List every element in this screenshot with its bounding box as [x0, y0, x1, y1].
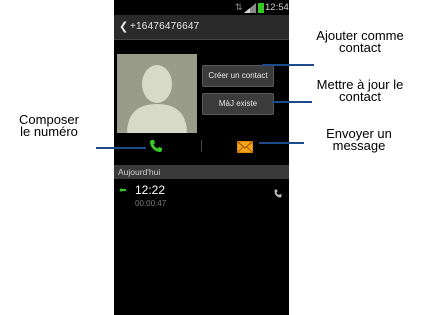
callout-line-compose: [96, 147, 146, 149]
network-icon: ⇅: [235, 2, 243, 12]
annotation-send-message-line2: message: [332, 138, 386, 153]
signal-bars-icon: [244, 3, 256, 13]
battery-icon: [258, 3, 264, 13]
annotation-update-contact: Mettre à jour le contact: [300, 78, 420, 104]
annotation-add-contact: Ajouter comme contact: [300, 29, 420, 55]
callout-line-message: [259, 142, 304, 144]
phone-call-icon[interactable]: [149, 139, 163, 153]
default-avatar-icon: [117, 54, 197, 134]
callout-line-add-contact: [262, 64, 314, 66]
envelope-icon[interactable]: [237, 140, 253, 153]
contact-photo[interactable]: [117, 54, 197, 134]
annotation-update-contact-line2: contact: [339, 89, 381, 104]
section-header-today: Aujourd'hui: [114, 165, 289, 179]
action-divider: [201, 140, 202, 152]
section-title: Aujourd'hui: [118, 167, 161, 177]
phone-number-title: +16476476647: [130, 21, 200, 32]
annotation-compose-number: Composer le numéro: [0, 113, 98, 139]
title-bar: ❮ +16476476647: [114, 15, 289, 40]
call-log-entry[interactable]: ⬅ 12:22 00:00:47: [114, 180, 289, 216]
update-existing-button[interactable]: MàJ existe: [202, 93, 274, 115]
annotation-send-message: Envoyer un message: [304, 127, 414, 153]
annotation-add-contact-line2: contact: [339, 40, 381, 55]
chevron-left-icon[interactable]: ❮: [119, 20, 128, 33]
call-type-phone-icon: [274, 185, 282, 198]
outgoing-arrow-icon: ⬅: [119, 185, 127, 195]
action-row: [114, 133, 289, 158]
status-bar: ⇅ 12:54: [114, 0, 289, 15]
call-time: 12:22: [135, 183, 166, 197]
create-contact-button[interactable]: Créer un contact: [202, 65, 274, 87]
status-time: 12:54: [265, 2, 289, 13]
call-duration: 00:00:47: [135, 199, 167, 208]
annotation-compose-line2: le numéro: [20, 124, 78, 139]
phone-screen: ⇅ 12:54 ❮ +16476476647 Créer un contact …: [114, 0, 289, 315]
